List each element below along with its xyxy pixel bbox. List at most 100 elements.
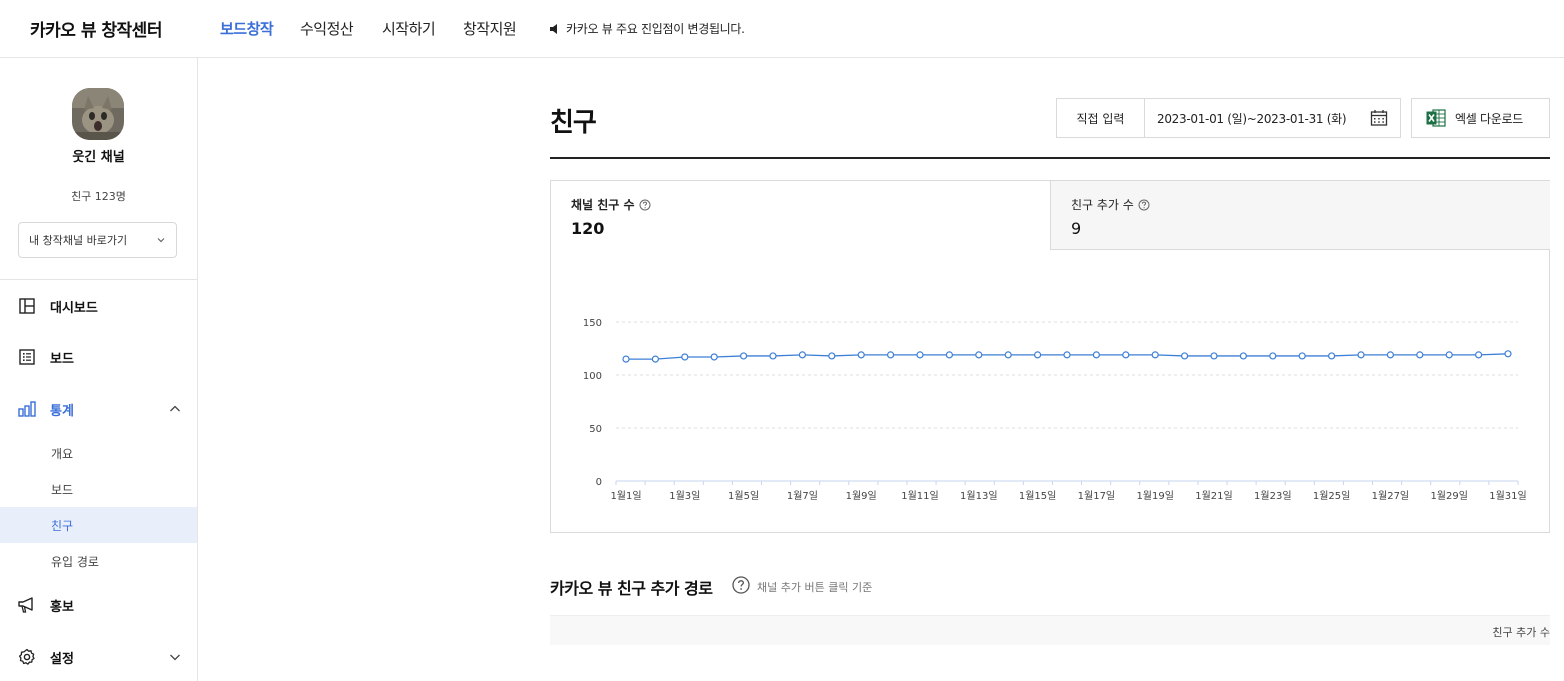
data-point <box>945 351 953 359</box>
data-point <box>857 351 865 359</box>
sidebar-subitem-overview[interactable]: 개요 <box>0 435 197 471</box>
column-header-friend-adds: 친구 추가 수 <box>1492 626 1550 639</box>
sidebar-item-label: 대시보드 <box>50 300 98 316</box>
sidebar-subitem-friends[interactable]: 친구 <box>0 507 197 543</box>
x-tick-label: 1월9일 <box>846 490 877 502</box>
date-range-picker: 직접 입력 2023-01-01 (일)~2023-01-31 (화) <box>1056 98 1401 138</box>
nav-revenue[interactable]: 수익정산 <box>300 18 354 39</box>
notice-banner[interactable]: 카카오 뷰 주요 진입점이 변경됩니다. <box>548 20 745 37</box>
data-point <box>1445 351 1453 359</box>
x-tick-label: 1월17일 <box>1078 490 1116 502</box>
channel-select-label: 내 창작채널 바로가기 <box>29 234 128 247</box>
data-point <box>651 355 660 363</box>
data-point <box>1063 351 1071 359</box>
data-point <box>1416 351 1424 359</box>
x-tick-label: 1월27일 <box>1372 490 1410 502</box>
data-point <box>1298 352 1306 360</box>
x-tick-label: 1월7일 <box>787 490 818 502</box>
x-tick-label: 1월13일 <box>960 490 998 502</box>
sidebar-item-board[interactable]: 보드 <box>0 339 197 375</box>
sidebar-item-label: 통계 <box>50 403 74 419</box>
page-title: 친구 <box>550 108 597 138</box>
data-point <box>1269 352 1277 360</box>
data-point <box>710 353 718 361</box>
data-point <box>1151 351 1159 359</box>
x-tick-label: 1월19일 <box>1136 490 1174 502</box>
data-point <box>916 351 924 359</box>
data-point <box>1504 350 1512 358</box>
data-point <box>975 351 983 359</box>
dashboard-icon <box>18 297 36 315</box>
x-tick-label: 1월31일 <box>1489 490 1527 502</box>
data-point <box>1180 352 1189 360</box>
x-tick-label: 1월5일 <box>728 490 759 502</box>
friends-line-chart: 0 50 100 150 1월1일 1월3일 1월5일 1월7일 1월9일 1월11일 1월13일 1… <box>583 318 1527 502</box>
x-tick-label: 1월25일 <box>1313 490 1351 502</box>
date-range-text: 2023-01-01 (일)~2023-01-31 (화) <box>1157 111 1347 126</box>
top-header: 카카오 뷰 창작센터 보드창작 수익정산 시작하기 창작지원 카카오 뷰 주요 … <box>0 0 1564 58</box>
avatar <box>72 88 124 140</box>
data-point <box>1034 351 1042 359</box>
nav-board-create[interactable]: 보드창작 <box>220 18 274 39</box>
y-tick-label: 50 <box>589 424 602 435</box>
data-point <box>887 351 895 359</box>
x-tick-label: 1월3일 <box>669 490 700 502</box>
title-divider <box>550 157 1550 159</box>
friend-count: 친구 123명 <box>71 190 126 203</box>
excel-icon <box>1426 109 1446 127</box>
data-point <box>1004 351 1012 359</box>
notice-text: 카카오 뷰 주요 진입점이 변경됩니다. <box>566 22 745 36</box>
channel-shortcut-select[interactable]: 내 창작채널 바로가기 <box>18 222 177 258</box>
friends-chart-card: 채널 친구 수 120 친구 추가 수 9 0 50 100 150 1월1일 1월3일 1… <box>550 180 1550 533</box>
x-tick-label: 1월29일 <box>1430 490 1468 502</box>
sidebar-item-label: 홍보 <box>50 599 74 615</box>
sidebar-divider <box>0 279 197 280</box>
sidebar-subitem-inflow[interactable]: 유입 경로 <box>0 543 197 579</box>
section-title: 카카오 뷰 친구 추가 경로 <box>550 579 713 598</box>
y-tick-label: 150 <box>583 318 602 329</box>
bar-chart-icon <box>18 400 36 418</box>
data-point <box>1122 351 1130 359</box>
x-tick-label: 1월1일 <box>610 490 641 502</box>
sidebar-item-stats[interactable]: 통계 <box>0 391 197 427</box>
x-tick-label: 1월21일 <box>1195 490 1233 502</box>
x-tick-label: 1월11일 <box>901 490 939 502</box>
calendar-icon[interactable] <box>1370 109 1388 127</box>
direct-input-button[interactable]: 직접 입력 <box>1057 99 1145 137</box>
data-point <box>1357 351 1365 359</box>
sidebar-subitem-board[interactable]: 보드 <box>0 471 197 507</box>
channel-name: 웃긴 채널 <box>72 150 125 165</box>
sidebar-item-dashboard[interactable]: 대시보드 <box>0 288 197 324</box>
sidebar: 웃긴 채널 친구 123명 내 창작채널 바로가기 대시보드 보드 통계 개요 … <box>0 58 198 681</box>
megaphone-icon <box>18 596 36 614</box>
data-point <box>769 352 777 360</box>
sidebar-item-label: 보드 <box>50 351 74 367</box>
chevron-down-icon[interactable] <box>169 652 181 662</box>
list-icon <box>18 348 36 366</box>
nav-getting-started[interactable]: 시작하기 <box>382 18 436 39</box>
chevron-up-icon[interactable] <box>169 404 181 414</box>
inflow-table-header: 친구 추가 수 <box>550 615 1550 645</box>
excel-download-button[interactable]: 엑셀 다운로드 <box>1411 98 1550 138</box>
gear-icon <box>18 648 36 666</box>
sidebar-item-label: 설정 <box>50 651 74 667</box>
data-point <box>798 351 806 359</box>
nav-creator-support[interactable]: 창작지원 <box>463 18 517 39</box>
data-point <box>1327 352 1336 360</box>
data-point <box>740 352 748 360</box>
data-point <box>622 355 630 363</box>
y-tick-label: 100 <box>583 371 602 382</box>
excel-download-label: 엑셀 다운로드 <box>1455 111 1523 126</box>
speaker-icon <box>550 23 557 34</box>
data-point <box>681 353 689 361</box>
data-point <box>828 352 836 360</box>
sidebar-item-settings[interactable]: 설정 <box>0 639 197 675</box>
data-point <box>1386 351 1395 359</box>
brand-logo[interactable]: 카카오 뷰 창작센터 <box>30 16 162 41</box>
chevron-down-icon <box>157 238 165 243</box>
help-icon[interactable] <box>732 576 750 594</box>
sidebar-item-promo[interactable]: 홍보 <box>0 587 197 623</box>
data-point <box>1210 352 1218 360</box>
y-tick-label: 0 <box>596 477 602 488</box>
date-range-field[interactable]: 2023-01-01 (일)~2023-01-31 (화) <box>1145 99 1400 137</box>
